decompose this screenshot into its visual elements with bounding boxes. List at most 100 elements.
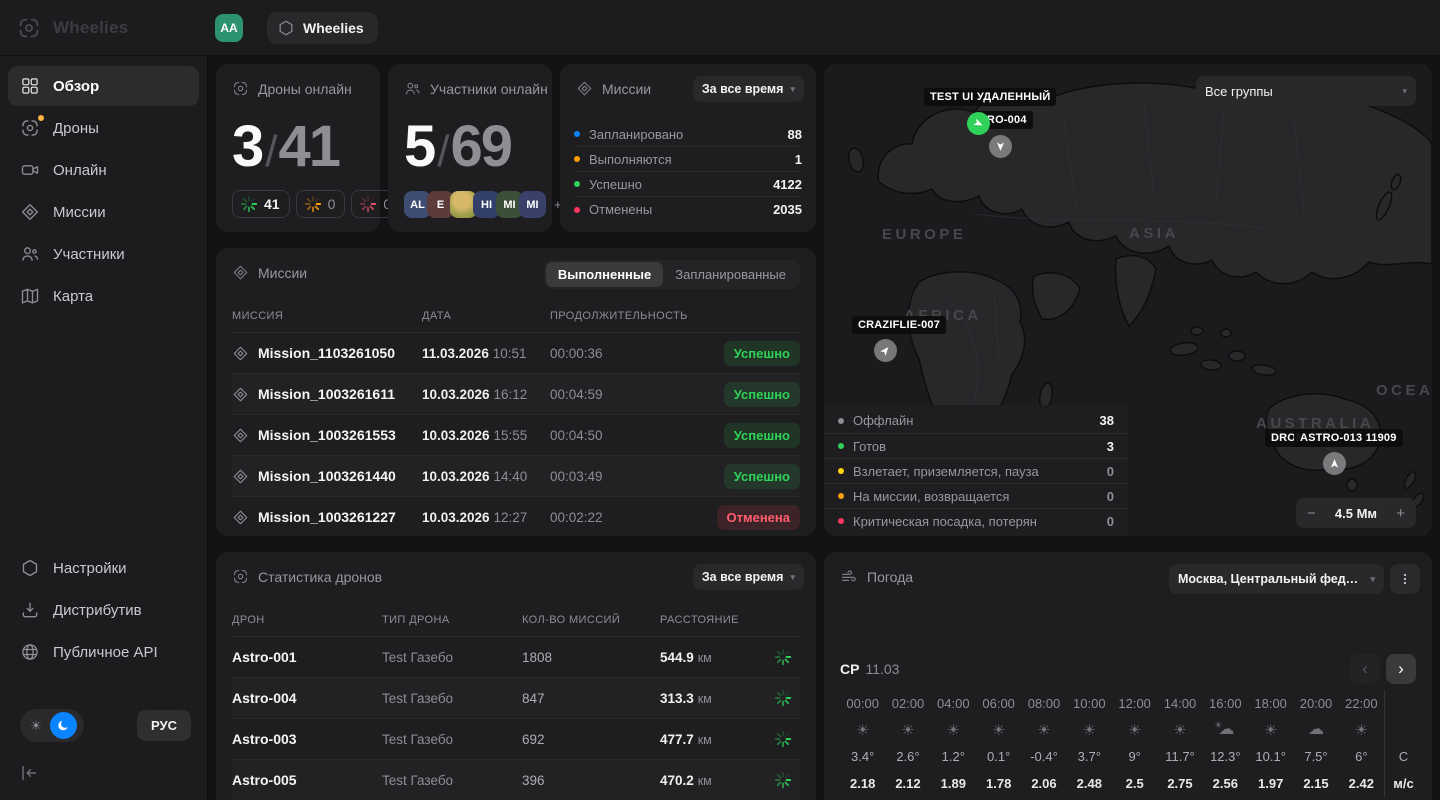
temp-unit: C: [1384, 743, 1422, 770]
sidebar-collapse-button[interactable]: [18, 762, 40, 784]
period-value: За все время: [702, 82, 784, 96]
sidebar-item-settings[interactable]: Настройки: [8, 548, 199, 588]
period-select[interactable]: За все время ▾: [693, 76, 804, 102]
weather-icon: ☀☁: [885, 717, 930, 743]
drone-stats-row[interactable]: Astro-004 Test Газебо 847 313.3 км: [232, 677, 800, 718]
weather-temp: 11.7°: [1157, 743, 1202, 770]
drones-active-badge[interactable]: 0: [296, 190, 346, 218]
distance-value: 544.9: [660, 650, 694, 665]
sidebar-item-public-api[interactable]: Публичное API: [8, 632, 199, 672]
sidebar-item-label: Дистрибутив: [53, 602, 142, 619]
weather-hour: 18:00: [1248, 690, 1293, 717]
distance-value: 313.3: [660, 691, 694, 706]
sidebar-item-online[interactable]: Онлайн: [8, 150, 199, 190]
weather-menu-button[interactable]: [1390, 564, 1420, 594]
mission-row[interactable]: Mission_1103261050 11.03.2026 10:51 00:0…: [232, 332, 800, 373]
drones-ready-badge[interactable]: 41: [232, 190, 290, 218]
chevron-down-icon: ▾: [1370, 575, 1375, 584]
mission-row[interactable]: Mission_1003261611 10.03.2026 16:12 00:0…: [232, 373, 800, 414]
tab-completed[interactable]: Выполненные: [546, 262, 663, 287]
tab-planned[interactable]: Запланированные: [663, 262, 798, 287]
period-select[interactable]: За все время ▾: [693, 564, 804, 590]
sidebar-item-map[interactable]: Карта: [8, 276, 199, 316]
chevron-down-icon: ▾: [790, 85, 795, 94]
drone-icon: [232, 80, 249, 97]
legend-value: 38: [1100, 413, 1114, 428]
mission-row[interactable]: Mission_1003261227 10.03.2026 12:27 00:0…: [232, 496, 800, 537]
drone-map-label[interactable]: TEST UI УДАЛЕННЫЙ: [924, 88, 1056, 106]
language-button[interactable]: РУС: [137, 710, 191, 741]
mission-name: Mission_1103261050: [258, 345, 422, 361]
weather-wind: 2.75: [1157, 770, 1202, 797]
status-badge: Успешно: [724, 464, 800, 489]
drone-name: Astro-003: [232, 731, 382, 747]
next-day-button[interactable]: ›: [1386, 654, 1416, 684]
drone-marker-offline[interactable]: [1323, 452, 1346, 475]
continent-label: ASIA: [1129, 225, 1179, 242]
theme-toggle[interactable]: ☀: [20, 709, 84, 742]
mission-date: 11.03.2026: [422, 346, 489, 361]
unit-cell: [1384, 690, 1422, 717]
legend-row-critical: Критическая посадка, потерян 0: [824, 508, 1128, 533]
mission-duration: 00:04:50: [550, 428, 700, 443]
zoom-in-button[interactable]: +: [1396, 506, 1405, 521]
people-icon: [404, 80, 421, 97]
sidebar-item-drones[interactable]: Дроны: [8, 108, 199, 148]
drone-stats-row[interactable]: Astro-001 Test Газебо 1808 544.9 км: [232, 636, 800, 677]
chevron-down-icon: ▾: [790, 573, 795, 582]
column-header: КОЛ-ВО МИССИЙ: [522, 614, 660, 626]
sidebar-item-label: Дроны: [53, 120, 99, 137]
drone-type: Test Газебо: [382, 732, 522, 747]
table-header: ДРОН ТИП ДРОНА КОЛ-ВО МИССИЙ РАССТОЯНИЕ: [232, 604, 800, 636]
sun-icon: ☀: [1083, 723, 1096, 738]
status-dot: [574, 131, 580, 137]
avatar[interactable]: MI: [519, 191, 546, 218]
hexagon-icon: [20, 558, 40, 578]
drone-map-label[interactable]: ASTRO-013 11909: [1294, 429, 1403, 447]
summary-row-planned: Запланировано 88: [574, 122, 802, 147]
legend-value: 0: [1107, 464, 1114, 479]
drone-marker-ready[interactable]: [967, 112, 990, 135]
mission-row[interactable]: Mission_1003261553 10.03.2026 15:55 00:0…: [232, 414, 800, 455]
sidebar-item-missions[interactable]: Миссии: [8, 192, 199, 232]
chevron-right-icon: ›: [1398, 659, 1404, 679]
card-title: Погода: [867, 569, 913, 585]
drone-marker-offline[interactable]: [874, 339, 897, 362]
weather-wind: 2.15: [1293, 770, 1338, 797]
status-dot: [838, 418, 844, 424]
card-title: Статистика дронов: [258, 569, 382, 585]
groups-filter-select[interactable]: Все группы ▾: [1196, 76, 1416, 106]
weather-icon: ☀☁: [1157, 717, 1202, 743]
mission-name: Mission_1003261440: [258, 468, 422, 484]
summary-value: 4122: [773, 177, 802, 192]
sidebar-item-distributive[interactable]: Дистрибутив: [8, 590, 199, 630]
distance-unit: км: [698, 774, 712, 788]
continent-label: OCEANI: [1376, 382, 1432, 399]
org-avatar-badge[interactable]: AA: [215, 14, 243, 42]
mission-duration: 00:00:36: [550, 346, 700, 361]
map-card[interactable]: EUROPE ASIA AFRICA AUSTRALIA OCEANI TEST…: [824, 64, 1432, 536]
drone-type: Test Газебо: [382, 691, 522, 706]
drone-stats-row[interactable]: Astro-003 Test Газебо 692 477.7 км: [232, 718, 800, 759]
drone-marker-offline[interactable]: [989, 135, 1012, 158]
weather-location-select[interactable]: Москва, Центральный федер... ▾: [1169, 564, 1384, 594]
mission-row[interactable]: Mission_1003261440 10.03.2026 14:40 00:0…: [232, 455, 800, 496]
cloud-icon: ☁: [1308, 722, 1324, 738]
drone-stats-row[interactable]: Astro-005 Test Газебо 396 470.2 км: [232, 759, 800, 800]
sun-icon: ☀: [1214, 721, 1222, 730]
workspace-chip[interactable]: Wheelies: [267, 12, 378, 44]
count-separator: /: [437, 127, 447, 177]
spinner-icon: [774, 730, 792, 748]
zoom-out-button[interactable]: −: [1307, 506, 1316, 521]
weather-wind: 2.06: [1021, 770, 1066, 797]
weather-temp: 10.1°: [1248, 743, 1293, 770]
sidebar-item-overview[interactable]: Обзор: [8, 66, 199, 106]
drone-map-label[interactable]: CRAZIFLIE-007: [852, 316, 946, 334]
prev-day-button[interactable]: ‹: [1350, 654, 1380, 684]
sidebar-item-label: Карта: [53, 288, 93, 305]
weather-temp: -0.4°: [1021, 743, 1066, 770]
chevron-down-icon: ▾: [1402, 87, 1407, 96]
sidebar-item-members[interactable]: Участники: [8, 234, 199, 274]
wind-unit: м/с: [1384, 770, 1422, 797]
topbar: Wheelies AA Wheelies: [0, 0, 1440, 56]
